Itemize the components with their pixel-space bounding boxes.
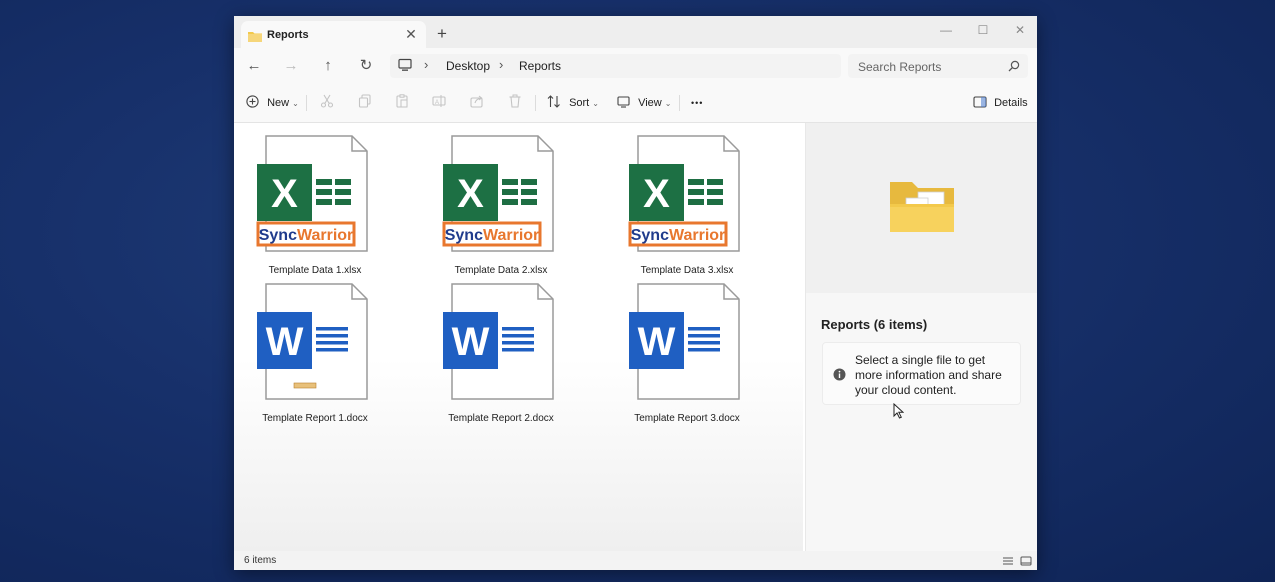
excel-file-icon: X SyncWarrior — [256, 135, 368, 252]
svg-text:SyncWarrior: SyncWarrior — [445, 227, 540, 244]
details-title: Reports (6 items) — [821, 317, 928, 332]
details-pane-icon — [973, 96, 987, 108]
cut-icon[interactable] — [320, 94, 334, 112]
paste-icon[interactable] — [395, 94, 409, 112]
file-item-template-report-3[interactable]: W Template Report 3.docx — [606, 283, 756, 428]
file-item-template-data-3[interactable]: X SyncWarrior Template Data 3.xlsx — [606, 135, 756, 280]
divider — [306, 95, 307, 111]
search-box[interactable] — [848, 54, 1028, 78]
mouse-cursor-icon — [893, 402, 905, 424]
file-item-template-report-2[interactable]: W Template Report 2.docx — [420, 283, 570, 428]
new-tab-button[interactable]: + — [437, 25, 447, 43]
maximize-button[interactable]: ☐ — [971, 19, 995, 41]
computer-icon — [398, 58, 412, 77]
file-name: Template Report 2.docx — [448, 413, 554, 424]
file-list: X SyncWarrior Template Data 1.xlsx X Syn… — [234, 123, 803, 551]
share-icon[interactable] — [470, 94, 484, 112]
file-item-template-report-1[interactable]: W Template Report 1.docx — [234, 283, 384, 428]
svg-text:W: W — [452, 320, 490, 364]
new-label: New — [267, 97, 290, 109]
sort-label: Sort — [569, 97, 590, 109]
chevron-down-icon: ⌄ — [664, 99, 672, 108]
more-options-button[interactable]: ••• — [691, 94, 703, 112]
address-bar[interactable]: › Desktop › Reports — [390, 54, 841, 78]
details-label: Details — [994, 97, 1028, 109]
excel-file-icon: X SyncWarrior — [628, 135, 740, 252]
tab-title: Reports — [267, 29, 309, 41]
new-button[interactable]: New ⌄ — [246, 94, 299, 112]
file-name: Template Report 1.docx — [262, 413, 368, 424]
up-button[interactable]: ↑ — [317, 56, 339, 76]
svg-text:SyncWarrior: SyncWarrior — [631, 227, 726, 244]
view-button[interactable]: View ⌄ — [617, 94, 671, 112]
breadcrumb-desktop[interactable]: Desktop — [446, 59, 490, 73]
file-name: Template Report 3.docx — [634, 413, 740, 424]
chevron-down-icon: ⌄ — [292, 99, 299, 108]
svg-text:SyncWarrior: SyncWarrior — [259, 227, 354, 244]
command-bar: New ⌄ A Sort ⌄ View ⌄ ••• Details — [234, 84, 1037, 123]
folder-excel-icon: X — [890, 182, 954, 232]
search-icon[interactable] — [1008, 59, 1020, 77]
details-pane: X Reports (6 items) Select a single file… — [805, 123, 1037, 551]
close-button[interactable]: ✕ — [1008, 19, 1032, 41]
file-name: Template Data 2.xlsx — [454, 265, 548, 276]
breadcrumb-separator: › — [499, 57, 504, 72]
view-icon — [617, 96, 630, 108]
divider — [535, 95, 536, 111]
sort-icon — [547, 95, 560, 108]
details-button[interactable]: Details — [973, 94, 1028, 112]
file-name: Template Data 3.xlsx — [640, 265, 734, 276]
svg-text:X: X — [271, 172, 298, 216]
copy-icon[interactable] — [358, 94, 372, 112]
info-text: Select a single file to get more informa… — [855, 353, 1002, 397]
info-card: Select a single file to get more informa… — [822, 342, 1021, 405]
sort-button[interactable]: Sort ⌄ — [547, 94, 599, 112]
svg-text:W: W — [266, 320, 304, 364]
svg-text:X: X — [643, 172, 670, 216]
back-button[interactable]: ← — [243, 56, 265, 76]
file-explorer-window: Reports ✕ + — ☐ ✕ ← → ↑ ↻ › Desktop › Re… — [234, 16, 1037, 570]
folder-preview: X — [806, 123, 1037, 293]
word-file-icon: W — [443, 283, 554, 400]
minimize-button[interactable]: — — [934, 19, 958, 41]
item-count: 6 items — [244, 555, 277, 566]
tab-bar: Reports ✕ + — ☐ ✕ — [234, 16, 1037, 51]
tab-close-icon[interactable]: ✕ — [403, 25, 419, 43]
tab-reports[interactable]: Reports ✕ — [241, 21, 426, 51]
svg-text:X: X — [457, 172, 484, 216]
search-input[interactable] — [856, 57, 1005, 76]
breadcrumb-reports[interactable]: Reports — [519, 59, 561, 73]
svg-text:A: A — [435, 100, 439, 106]
folder-icon — [248, 29, 262, 47]
address-row: ← → ↑ ↻ › Desktop › Reports — [234, 48, 1037, 84]
file-item-template-data-1[interactable]: X SyncWarrior Template Data 1.xlsx — [234, 135, 384, 280]
refresh-button[interactable]: ↻ — [355, 56, 377, 76]
word-file-icon: W — [629, 283, 740, 400]
excel-file-icon: X SyncWarrior — [442, 135, 554, 252]
breadcrumb-separator: › — [424, 57, 429, 72]
details-view-icon[interactable] — [1002, 554, 1016, 568]
chevron-down-icon: ⌄ — [592, 99, 599, 108]
rename-icon[interactable]: A — [432, 94, 446, 112]
delete-icon[interactable] — [508, 94, 522, 112]
word-file-icon: W — [257, 283, 368, 400]
divider — [679, 95, 680, 111]
file-item-template-data-2[interactable]: X SyncWarrior Template Data 2.xlsx — [420, 135, 570, 280]
info-icon — [833, 368, 846, 386]
view-label: View — [638, 97, 662, 109]
plus-circle-icon — [246, 95, 259, 108]
tiles-view-icon[interactable] — [1020, 554, 1034, 568]
svg-text:W: W — [638, 320, 676, 364]
file-name: Template Data 1.xlsx — [268, 265, 362, 276]
status-bar: 6 items — [234, 551, 1037, 570]
forward-button[interactable]: → — [280, 56, 302, 76]
